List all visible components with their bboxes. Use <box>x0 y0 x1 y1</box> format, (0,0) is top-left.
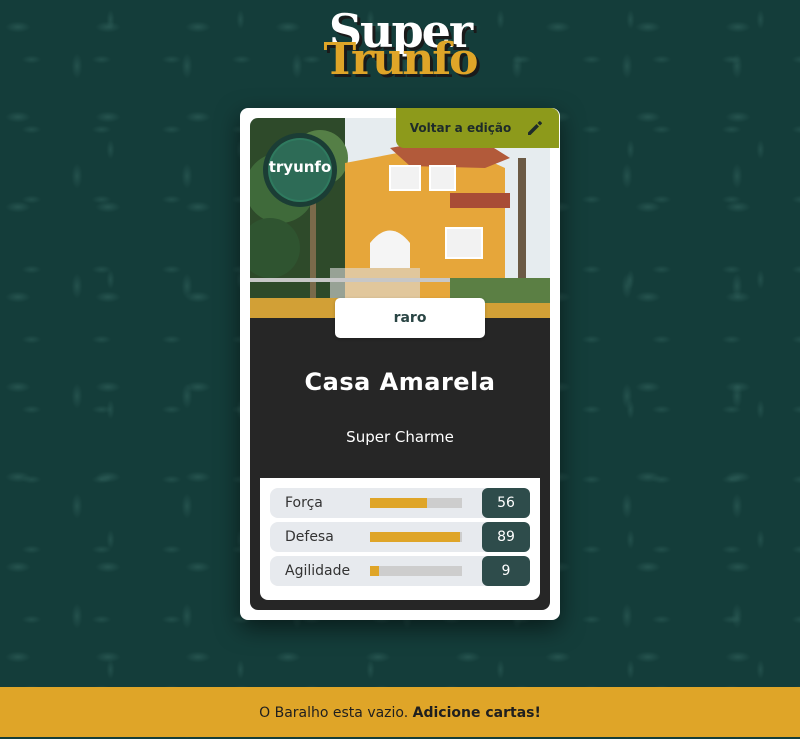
attribute-value: 9 <box>482 556 530 586</box>
attribute-value: 89 <box>482 522 530 552</box>
card-preview: tryunfo raro Casa Amarela Super Charme F… <box>240 108 560 620</box>
attribute-bar-fill <box>370 532 461 542</box>
tryunfo-badge-text: tryunfo <box>268 158 332 176</box>
card-inner: tryunfo raro Casa Amarela Super Charme F… <box>250 118 550 610</box>
attribute-label: Força <box>285 495 323 511</box>
deck-empty-text: O Baralho esta vazio. <box>259 705 413 721</box>
card-image: tryunfo <box>250 118 550 318</box>
rarity-badge: raro <box>335 298 485 338</box>
logo-line-2: Trunfo <box>323 34 479 85</box>
attribute-row: Defesa 89 <box>270 522 530 552</box>
attribute-row: Agilidade 9 <box>270 556 530 586</box>
deck-status-bar: O Baralho esta vazio. Adicione cartas! <box>0 687 800 737</box>
back-to-edit-label: Voltar a edição <box>409 121 512 135</box>
back-to-edit-button[interactable]: Voltar a edição <box>396 108 559 148</box>
attribute-label: Agilidade <box>285 563 351 579</box>
pencil-icon <box>528 120 543 135</box>
card-attributes: Força 56 Defesa 89 Agilidade 9 <box>260 478 540 600</box>
attribute-bar-fill <box>370 498 428 508</box>
attribute-value: 56 <box>482 488 530 518</box>
attribute-label: Defesa <box>285 529 334 545</box>
attribute-bar <box>370 566 462 576</box>
card-description: Super Charme <box>346 428 454 446</box>
add-cards-link[interactable]: Adicione cartas! <box>413 705 541 721</box>
card-name: Casa Amarela <box>304 368 496 396</box>
super-trunfo-logo: Super Trunfo <box>0 4 800 85</box>
attribute-bar <box>370 532 462 542</box>
attribute-row: Força 56 <box>270 488 530 518</box>
attribute-bar-fill <box>370 566 380 576</box>
attribute-bar <box>370 498 462 508</box>
